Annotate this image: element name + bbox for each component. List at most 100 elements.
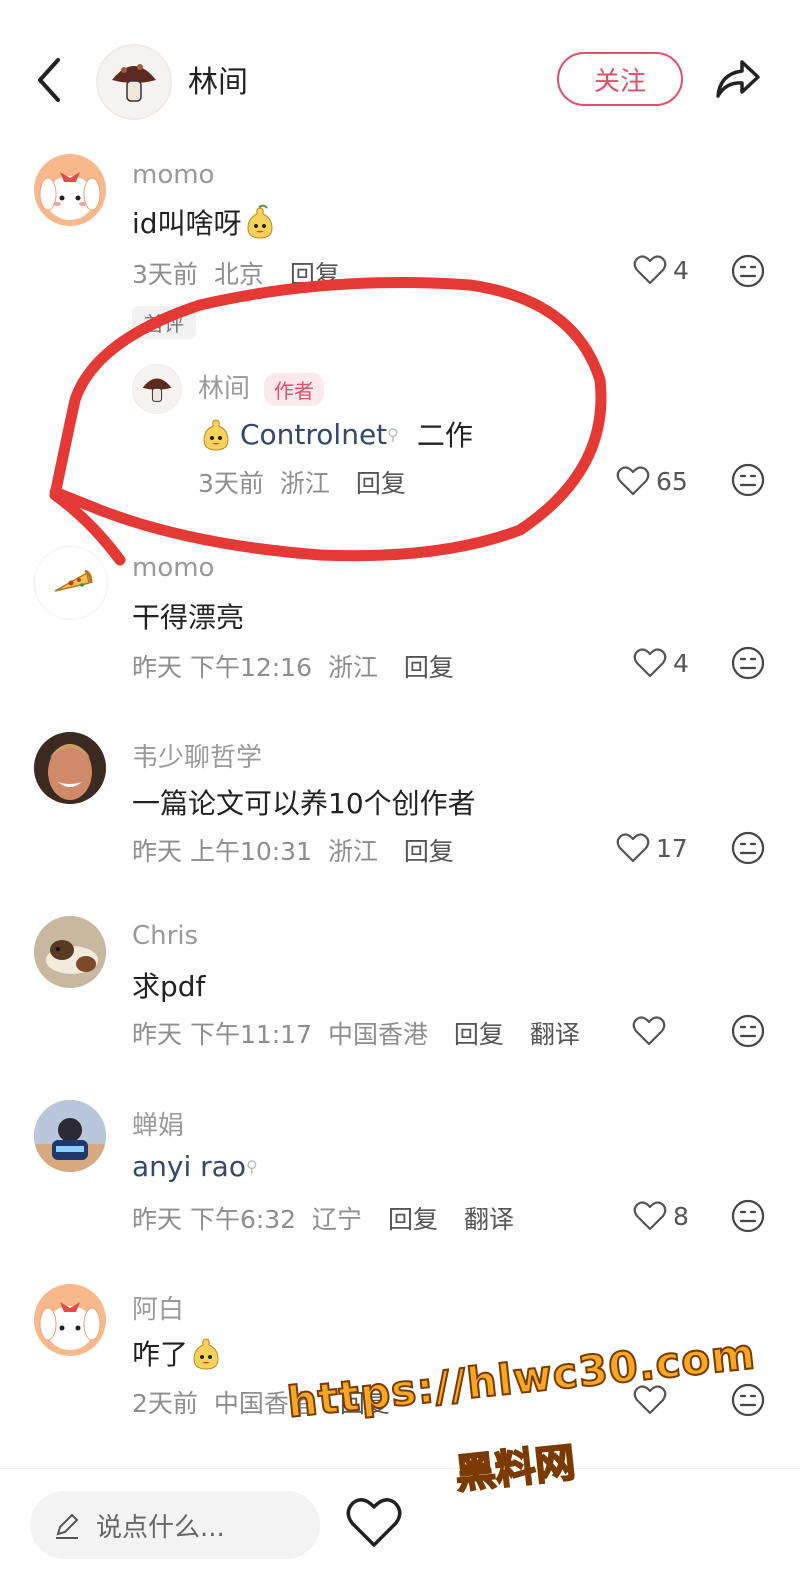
avatar[interactable]	[34, 732, 106, 804]
comment-username[interactable]: 蝉娟	[132, 1105, 184, 1142]
like-button[interactable]	[632, 1016, 672, 1046]
avatar[interactable]	[132, 364, 182, 414]
avatar[interactable]	[34, 1284, 106, 1356]
person-photo-avatar-icon	[34, 1100, 106, 1172]
comment-text: 求pdf	[132, 970, 206, 1003]
comment-time: 3天前	[198, 469, 264, 498]
comment-location: 北京	[213, 260, 264, 289]
like-count: 4	[673, 648, 689, 678]
comment-username[interactable]: Chris	[132, 921, 198, 951]
comment-text: anyi rao ⚲	[132, 1150, 258, 1183]
like-count: 17	[656, 833, 688, 863]
comment-location: 浙江	[327, 837, 378, 866]
heart-icon	[633, 1201, 667, 1231]
pizza-icon	[54, 569, 93, 592]
like-count: 8	[673, 1201, 689, 1231]
pear-face-emoji-icon	[247, 204, 273, 239]
comment-username[interactable]: momo	[132, 160, 214, 190]
comment-input[interactable]: 说点什么...	[30, 1491, 320, 1559]
author-badge: 作者	[264, 373, 325, 406]
comment-meta: 昨天 下午6:32 辽宁 回复 翻译	[132, 1200, 514, 1236]
reply-button[interactable]: 回复	[388, 1205, 438, 1234]
reply-button[interactable]: 回复	[290, 260, 340, 289]
comment-meta: 3天前 北京 回复	[132, 255, 340, 291]
like-count: 65	[656, 466, 688, 496]
comment-input-placeholder: 说点什么...	[96, 1512, 225, 1543]
comment-time: 昨天 下午12:16	[132, 653, 312, 682]
comment-meta: 3天前 浙江 回复	[198, 464, 406, 500]
emoji-reaction-icon[interactable]	[731, 1383, 765, 1417]
share-icon	[716, 60, 760, 98]
bottom-bar: 说点什么...	[0, 1468, 800, 1576]
like-button[interactable]: 65	[616, 466, 688, 496]
comment-username[interactable]: momo	[132, 553, 214, 583]
like-button[interactable]	[633, 1385, 673, 1415]
like-post-heart-icon[interactable]	[345, 1495, 403, 1549]
like-button[interactable]: 4	[633, 648, 689, 678]
first-comment-badge: 首评	[132, 306, 196, 339]
emoji-reaction-icon[interactable]	[731, 646, 765, 680]
heart-icon	[632, 1016, 666, 1046]
emoji-reaction-icon[interactable]	[731, 1014, 765, 1048]
reply-button[interactable]: 回复	[356, 469, 406, 498]
cartoon-dog-avatar-icon	[34, 154, 106, 226]
comment-meta: 昨天 下午11:17 中国香港 回复 翻译	[132, 1015, 580, 1051]
comment-username: 林间 作者	[198, 368, 325, 406]
comment-time: 昨天 下午6:32	[132, 1205, 297, 1234]
like-button[interactable]: 8	[633, 1201, 689, 1231]
comment-time: 2天前	[132, 1389, 198, 1418]
like-count: 4	[673, 255, 689, 285]
back-button[interactable]	[28, 52, 72, 108]
person-photo-avatar-icon	[34, 732, 106, 804]
follow-button[interactable]: 关注	[557, 52, 683, 106]
author-avatar[interactable]	[96, 44, 172, 120]
translate-button[interactable]: 翻译	[530, 1020, 580, 1049]
heart-icon	[616, 833, 650, 863]
heart-icon	[633, 648, 667, 678]
comment-text: id叫啥呀	[132, 202, 278, 242]
comment-location: 浙江	[327, 653, 378, 682]
comment-text: 一篇论文可以养10个创作者	[132, 787, 476, 820]
share-button[interactable]	[712, 52, 764, 104]
mention-link[interactable]: anyi rao	[132, 1150, 246, 1183]
reply-button[interactable]: 回复	[454, 1020, 504, 1049]
comment-username[interactable]: 韦少聊哲学	[132, 737, 262, 774]
like-button[interactable]: 4	[633, 255, 689, 285]
emoji-reaction-icon[interactable]	[731, 463, 765, 497]
heart-icon	[633, 255, 667, 285]
comment-text: Controlnet ⚲ 二作	[198, 414, 473, 454]
emoji-reaction-icon[interactable]	[731, 1199, 765, 1233]
comment-time: 昨天 上午10:31	[132, 837, 312, 866]
avatar[interactable]	[34, 916, 106, 988]
heart-icon	[633, 1385, 667, 1415]
avatar[interactable]	[34, 154, 106, 226]
reply-button[interactable]: 回复	[340, 1389, 390, 1418]
comment-username[interactable]: 阿白	[132, 1289, 184, 1326]
chevron-left-icon	[38, 58, 60, 102]
translate-button[interactable]: 翻译	[464, 1205, 514, 1234]
emoji-reaction-icon[interactable]	[731, 831, 765, 865]
avatar[interactable]	[34, 1100, 106, 1172]
comment-location: 中国香港	[213, 1389, 314, 1418]
comment-time: 3天前	[132, 260, 198, 289]
pencil-icon	[56, 1513, 79, 1539]
author-name[interactable]: 林间	[188, 57, 248, 101]
comment-meta: 昨天 下午12:16 浙江 回复	[132, 648, 454, 684]
emoji-reaction-icon[interactable]	[731, 254, 765, 288]
like-button[interactable]: 17	[616, 833, 688, 863]
reply-button[interactable]: 回复	[404, 653, 454, 682]
comment-location: 浙江	[279, 469, 330, 498]
comment-time: 昨天 下午11:17	[132, 1020, 312, 1049]
dog-photo-avatar-icon	[34, 916, 106, 988]
pear-face-emoji-icon	[203, 419, 229, 451]
mention-link[interactable]: Controlnet	[240, 418, 387, 451]
reply-button[interactable]: 回复	[404, 837, 454, 866]
comment-text: 干得漂亮	[132, 601, 245, 634]
comment-location: 中国香港	[327, 1020, 428, 1049]
comment-location: 辽宁	[312, 1205, 363, 1234]
comment-meta: 昨天 上午10:31 浙江 回复	[132, 832, 454, 868]
search-icon: ⚲	[245, 1157, 258, 1176]
avatar[interactable]	[34, 546, 108, 620]
search-icon: ⚲	[387, 424, 399, 444]
comment-text: 咋了	[132, 1333, 224, 1373]
